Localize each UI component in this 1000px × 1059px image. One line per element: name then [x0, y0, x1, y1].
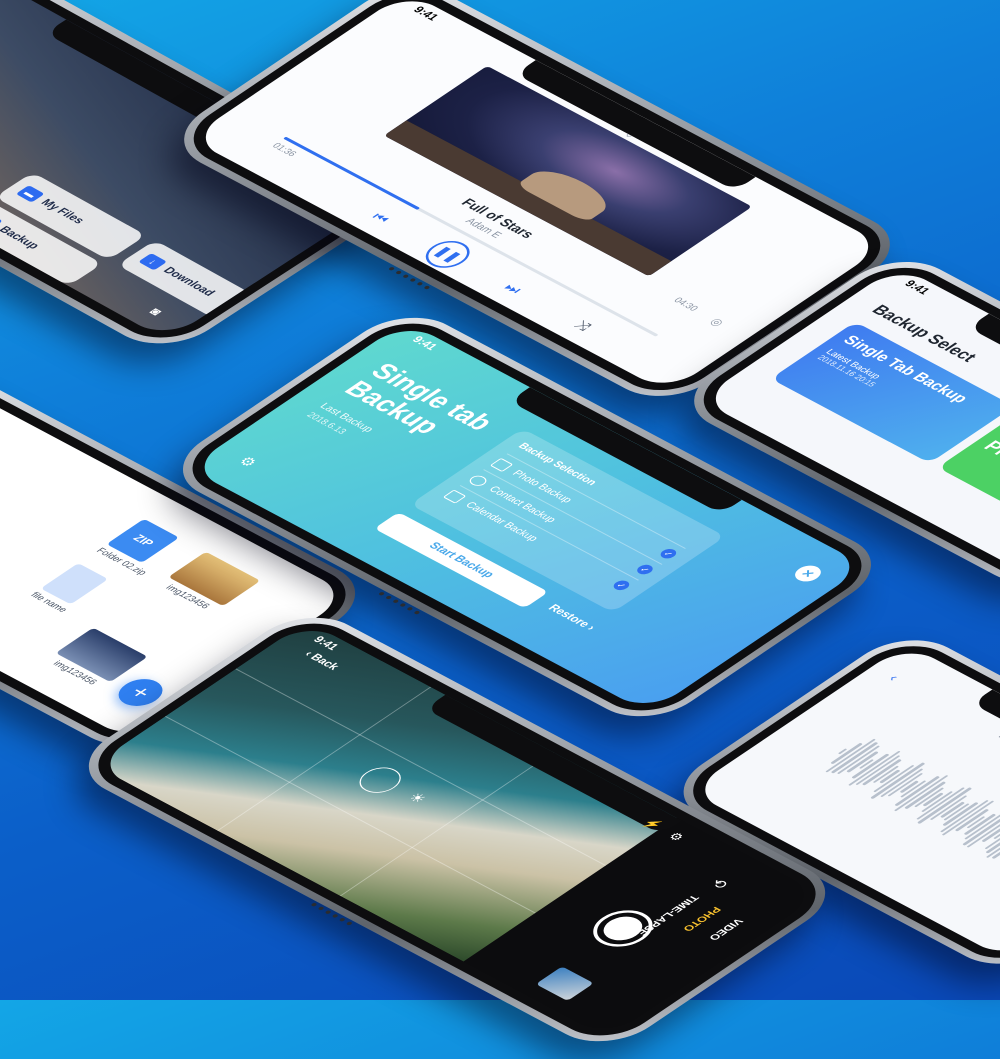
last-photo-thumbnail[interactable]: [535, 966, 594, 1001]
previous-icon[interactable]: ⏮: [367, 210, 394, 227]
calendar-icon: [442, 489, 467, 504]
file-item[interactable]: img123456: [156, 551, 261, 615]
pause-icon: ❚❚: [431, 244, 465, 264]
checkmark-icon[interactable]: ✓: [657, 547, 680, 561]
download-icon: ↓: [138, 253, 168, 271]
status-time: 9:41: [408, 334, 440, 353]
file-item[interactable]: file name: [28, 563, 110, 614]
next-icon[interactable]: ⏭: [499, 280, 526, 297]
folder-icon: ▬: [15, 185, 45, 203]
checkmark-icon[interactable]: ✓: [634, 562, 656, 577]
shuffle-icon[interactable]: ⤨: [570, 318, 596, 334]
plus-icon: +: [123, 681, 159, 704]
widget-download[interactable]: ↓ Download: [117, 240, 252, 319]
pause-button[interactable]: ❚❚: [416, 235, 479, 274]
status-time: 9:41: [901, 278, 933, 297]
shutter-button[interactable]: [581, 903, 665, 954]
file-item[interactable]: ZIP Folder 02.zip: [94, 518, 190, 577]
backup-selection-card: Backup Selection Photo Backup ✓ Contact …: [409, 428, 726, 613]
waveform: [809, 729, 1000, 877]
photo-icon: [489, 457, 514, 473]
checkmark-icon[interactable]: ✓: [610, 578, 633, 592]
switch-camera-icon[interactable]: ⟲: [706, 876, 732, 892]
gear-icon[interactable]: ⚙: [234, 454, 261, 471]
contact-icon: [466, 473, 490, 488]
camera-icon[interactable]: ◙: [146, 306, 166, 318]
close-button[interactable]: ✕: [789, 562, 827, 585]
page-title: Single tab Backup: [337, 357, 502, 439]
backup-card[interactable]: Single Tab Backup Latest Backup 2018.11.…: [770, 321, 1000, 464]
close-icon: ✕: [797, 567, 818, 580]
chevron-right-icon: ›: [583, 623, 599, 633]
status-time: 9:41: [410, 4, 441, 23]
restore-link[interactable]: Restore ›: [545, 603, 598, 633]
